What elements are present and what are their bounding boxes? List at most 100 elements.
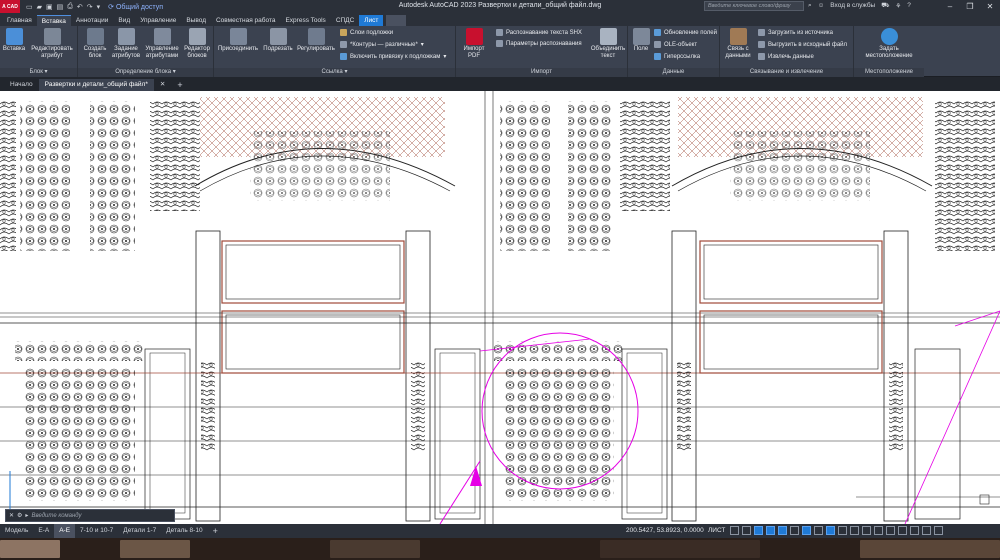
combine-text-button[interactable]: Объединить текст [590,28,626,60]
shx-recognition-button[interactable]: Распознавание текста SHX [496,29,582,36]
layout-tab[interactable]: Е-А [33,524,54,538]
set-location-button[interactable]: Задать местоположение [860,28,918,60]
download-source-label: Загрузить из источника [768,29,833,36]
insert-button[interactable]: Вставка [2,28,26,53]
ribbon-tab[interactable]: Вид [113,15,135,26]
lineweight-icon[interactable] [802,526,811,535]
close-icon[interactable]: ✕ [9,512,14,519]
extract-data-button[interactable]: Извлечь данные [758,53,814,60]
update-fields-button[interactable]: Обновление полей [654,29,717,36]
globe-icon [880,28,898,45]
redo-icon[interactable]: ↷ [87,3,93,11]
close-icon[interactable]: ✕ [980,0,1000,13]
undo-icon[interactable]: ↶ [77,3,83,11]
panel-title-reference[interactable]: Ссылка ▾ [214,68,455,77]
ole-object-button[interactable]: OLE-объект [654,41,697,48]
underlay-layers-button[interactable]: Слои подложки [340,29,393,36]
ribbon-tab[interactable]: Express Tools [280,15,330,26]
units-icon[interactable] [862,526,871,535]
ribbon-tab[interactable]: Совместная работа [211,15,280,26]
command-input[interactable]: Введите команду [31,513,81,519]
create-block-button[interactable]: Создать блок [82,28,108,60]
hyperlink-button[interactable]: Гиперссылка [654,53,700,60]
panel-title-block-definition[interactable]: Определение блока ▾ [78,68,213,77]
isolate-icon[interactable] [874,526,883,535]
hamburger-menu-icon[interactable] [934,526,943,535]
user-icon[interactable]: ☺ [818,2,825,9]
block-editor-button[interactable]: Редактор блоков [182,28,212,60]
layout-tab[interactable]: 7-10 и 10-7 [75,524,118,538]
panel-title-block[interactable]: Блок ▾ [0,68,77,77]
layout-tab[interactable]: А-Е [54,524,76,538]
layout-tab[interactable]: Модель [0,524,33,538]
manage-attributes-button[interactable]: Управление атрибутами [144,28,180,60]
define-attributes-button[interactable]: Задание атрибутов [110,28,142,60]
layout-tab[interactable]: Детали 1-7 [118,524,161,538]
minimize-icon[interactable]: – [940,0,960,13]
ribbon-tab-options[interactable] [386,15,407,26]
search-input[interactable]: Введите ключевое слово/фразу [704,1,804,11]
clean-screen-icon[interactable] [898,526,907,535]
layout-tab[interactable]: Деталь 8-10 [161,524,207,538]
customize-menu-icon[interactable] [910,526,919,535]
save-as-icon[interactable]: ▤ [57,3,64,11]
ribbon-tab[interactable]: Главная [2,15,37,26]
edit-attribute-button[interactable]: Редактировать атрибут [28,28,76,60]
network-icon[interactable]: ⚘ [895,2,901,10]
thumbnail-image [330,540,420,558]
command-line[interactable]: ✕ ⚙ ▸ Введите команду [5,509,175,522]
new-tab-button[interactable]: + [171,79,188,91]
document-tab[interactable]: Начало [4,79,39,91]
signin-label[interactable]: Вход в службы [830,2,875,9]
clip-button[interactable]: Подрезать [262,28,294,53]
download-source-button[interactable]: Загрузить из источника [758,29,833,36]
ribbon-tab[interactable]: Управление [135,15,181,26]
save-icon[interactable]: ▣ [46,3,53,11]
ortho-icon[interactable] [754,526,763,535]
new-file-icon[interactable]: ▭ [26,3,33,11]
share-button[interactable]: ⟳ Общий доступ [108,3,163,11]
polar-icon[interactable] [766,526,775,535]
plot-icon[interactable]: ⎙ [67,3,73,11]
snap-icon[interactable] [742,526,751,535]
app-logo[interactable]: A CAD [0,0,20,13]
field-button[interactable]: Поле [630,28,652,53]
otrack-icon[interactable] [790,526,799,535]
ribbon-tab[interactable]: Вывод [181,15,211,26]
data-link-button[interactable]: Связь с данными [724,28,752,60]
thumbnail-image [0,540,60,558]
transparency-icon[interactable] [814,526,823,535]
close-tab-icon[interactable]: ✕ [154,79,171,91]
selection-cycling-icon[interactable] [826,526,835,535]
workspace-icon[interactable] [850,526,859,535]
open-file-icon[interactable]: ▰ [37,3,42,11]
import-pdf-button[interactable]: Импорт PDF [460,28,488,60]
panel-data: Поле Обновление полей OLE-объект Гиперсс… [628,26,720,77]
adjust-button[interactable]: Регулировать [296,28,336,53]
cart-icon[interactable]: ⛟ [881,1,889,10]
frames-dropdown[interactable]: *Контуры — различные* ▾ [340,41,424,48]
wrench-icon[interactable]: ⚙ [17,512,22,519]
snap-underlays-dropdown[interactable]: Включить привязку к подложкам ▾ [340,53,446,60]
recognition-settings-button[interactable]: Параметры распознавания [496,40,582,47]
fullscreen-icon[interactable] [922,526,931,535]
help-icon[interactable]: ? [907,2,911,9]
hardware-accel-icon[interactable] [886,526,895,535]
ribbon-tab[interactable]: СПДС [331,15,359,26]
ribbon-tab[interactable]: Вставка [36,15,71,26]
upload-source-button[interactable]: Выгрузить в исходный файл [758,41,847,48]
document-tab[interactable]: Развертки и детали_общий файл* [38,79,154,91]
ribbon-tab[interactable]: Аннотации [71,15,114,26]
drawing-canvas[interactable] [0,91,1000,524]
search-icon[interactable]: ⌕ [808,2,812,10]
attach-button[interactable]: Присоединить [216,28,260,53]
space-toggle[interactable]: ЛИСТ [708,524,725,538]
qat-dropdown-icon[interactable]: ▾ [97,3,101,11]
add-layout-button[interactable]: + [208,524,223,538]
osnap-icon[interactable] [778,526,787,535]
ribbon-tab[interactable]: Лист [359,15,384,26]
restore-icon[interactable]: ❐ [960,0,980,13]
grid-icon[interactable] [730,526,739,535]
coordinates-readout[interactable]: 200.5427, 53.8923, 0.0000 [626,524,704,538]
annotation-scale-icon[interactable] [838,526,847,535]
